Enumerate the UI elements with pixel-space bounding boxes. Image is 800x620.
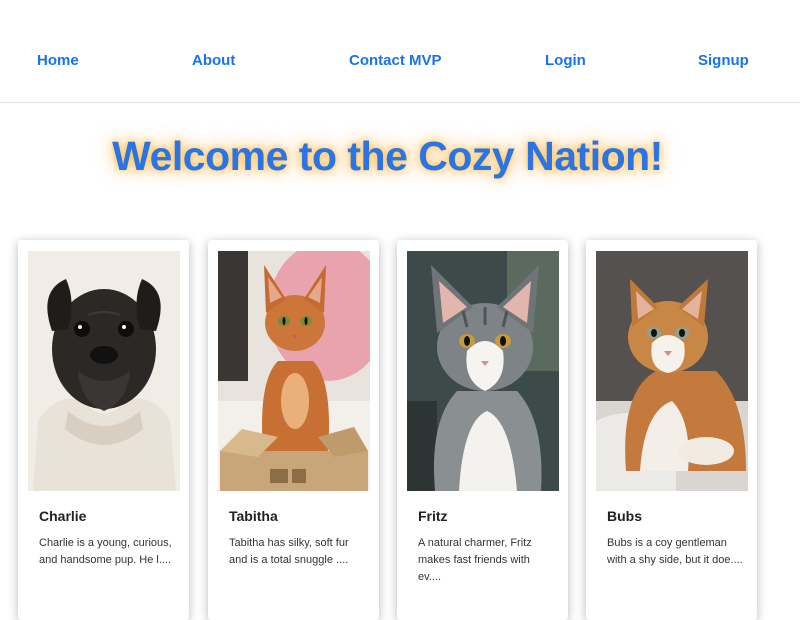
top-nav: Home About Contact MVP Login Signup <box>0 0 800 103</box>
pug-image <box>28 251 180 491</box>
pet-card-fritz[interactable]: Fritz A natural charmer, Fritz makes fas… <box>397 240 568 620</box>
tabby-cat-image <box>407 251 559 491</box>
pet-photo-bubs <box>596 251 748 491</box>
pet-description: Tabitha has silky, soft fur and is a tot… <box>229 537 349 566</box>
pet-photo-charlie <box>28 251 180 491</box>
pet-card-charlie[interactable]: Charlie Charlie is a young, curious, and… <box>18 240 189 620</box>
pet-photo-fritz <box>407 251 559 491</box>
nav-login-link[interactable]: Login <box>545 52 586 69</box>
pet-name: Bubs <box>607 508 642 524</box>
nav-signup-link[interactable]: Signup <box>698 52 749 69</box>
pet-card-tabitha[interactable]: Tabitha Tabitha has silky, soft fur and … <box>208 240 379 620</box>
orange-white-cat-image <box>596 251 748 491</box>
orange-cat-image <box>218 251 370 491</box>
pet-description: A natural charmer, Fritz makes fast frie… <box>418 537 532 583</box>
nav-about-link[interactable]: About <box>192 52 235 69</box>
pet-description: Bubs is a coy gentleman with a shy side,… <box>607 537 743 566</box>
pet-name: Tabitha <box>229 508 278 524</box>
pet-name: Fritz <box>418 508 448 524</box>
nav-home-link[interactable]: Home <box>37 52 79 69</box>
pet-description: Charlie is a young, curious, and handsom… <box>39 537 172 566</box>
pet-photo-tabitha <box>218 251 370 491</box>
pet-card-bubs[interactable]: Bubs Bubs is a coy gentleman with a shy … <box>586 240 757 620</box>
page-title: Welcome to the Cozy Nation! <box>112 133 663 179</box>
nav-contact-link[interactable]: Contact MVP <box>349 52 442 69</box>
pet-name: Charlie <box>39 508 87 524</box>
